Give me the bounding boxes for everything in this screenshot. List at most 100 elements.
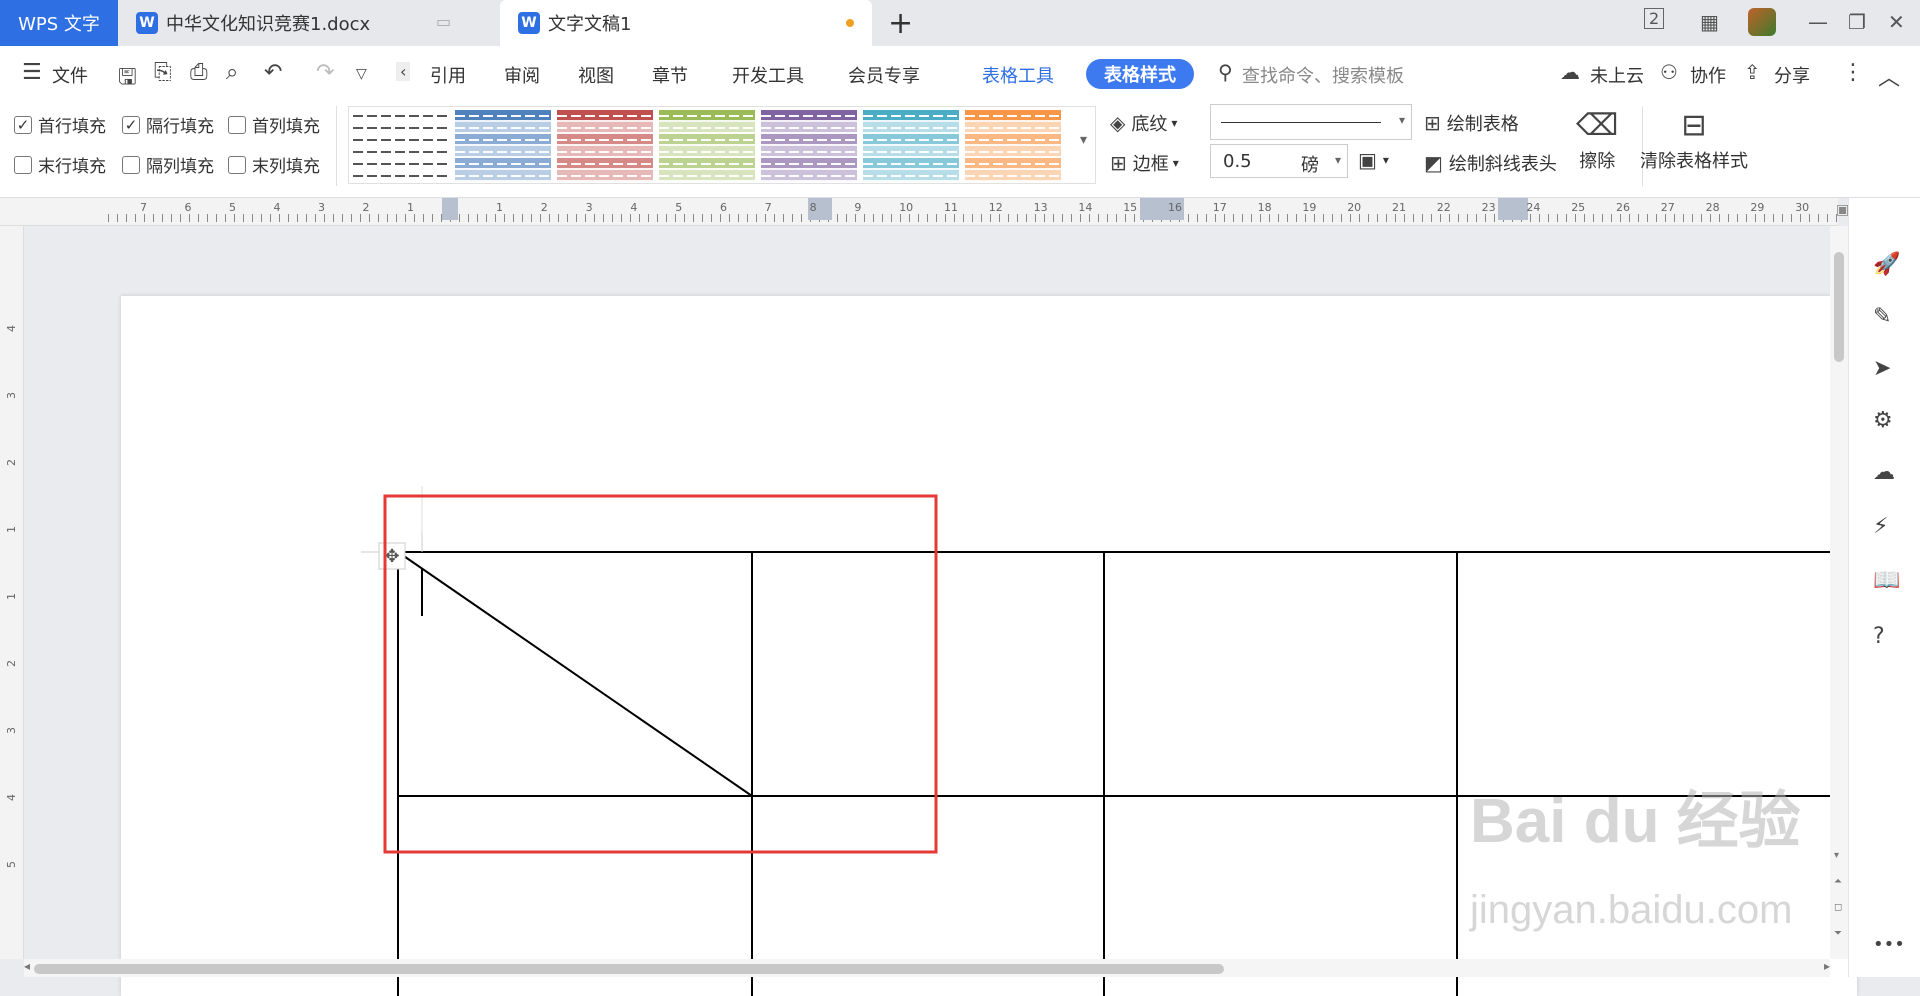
ruler-number: 18 xyxy=(1257,201,1272,214)
checkbox-last-column[interactable]: 末列填充 xyxy=(228,152,320,177)
collapse-ribbon-icon[interactable]: ︿ xyxy=(1878,60,1900,92)
swatch-row xyxy=(761,146,857,158)
tab-document-1[interactable]: W 中华文化知识竞赛1.docx ▭ xyxy=(118,0,498,46)
cloud-status[interactable]: 未上云 xyxy=(1590,62,1644,88)
search-icon[interactable]: ⚲ xyxy=(1218,60,1233,84)
menu-references[interactable]: 引用 xyxy=(430,62,466,88)
page-count-badge[interactable]: 2 xyxy=(1644,8,1665,29)
ruler-number: 8 xyxy=(809,201,817,214)
print-icon[interactable]: ⎙ xyxy=(190,60,208,85)
line-style-select[interactable]: ▾ xyxy=(1210,104,1412,140)
table-style-swatch[interactable] xyxy=(761,110,857,182)
scroll-thumb[interactable] xyxy=(34,964,1224,974)
minimize-icon[interactable]: — xyxy=(1808,10,1828,34)
undo-icon[interactable]: ↶ xyxy=(264,60,282,85)
table-style-swatch[interactable] xyxy=(353,110,449,182)
horizontal-ruler[interactable]: 7 6 5 4 3 2 1 1 2 3 4 5 6 7 8 9 10 11 12 13 14 15 16 17 18 19 20 21… xyxy=(0,198,1849,226)
table-style-swatch[interactable] xyxy=(557,110,653,182)
pen-icon[interactable]: ✎ xyxy=(1873,304,1891,329)
lightning-icon[interactable]: ⚡ xyxy=(1873,514,1888,539)
more-vertical-icon[interactable]: ⋮ xyxy=(1842,60,1864,85)
shading-button[interactable]: ◈ 底纹 ▾ xyxy=(1110,110,1177,136)
scroll-left-icon[interactable]: ◂ xyxy=(24,959,30,973)
help-icon[interactable]: ? xyxy=(1873,624,1885,649)
ruler-number: 11 xyxy=(944,201,958,214)
ruler-number: 13 xyxy=(1033,201,1048,214)
swatch-row xyxy=(659,122,755,134)
menu-view[interactable]: 视图 xyxy=(578,62,614,88)
menu-chapter[interactable]: 章节 xyxy=(652,62,688,88)
scroll-left-icon[interactable]: ‹ xyxy=(396,62,411,81)
monitor-icon[interactable]: ▭ xyxy=(436,12,451,31)
table-style-swatch[interactable] xyxy=(965,110,1061,182)
swatch-row xyxy=(761,110,857,122)
tab-document-2[interactable]: W 文字文稿1 xyxy=(500,0,872,46)
close-icon[interactable]: ✕ xyxy=(1888,10,1905,34)
draw-diagonal-header-button[interactable]: ◩ 绘制斜线表头 xyxy=(1424,150,1557,176)
scroll-down-icon[interactable]: ▾ xyxy=(1834,850,1839,861)
avatar[interactable] xyxy=(1748,8,1776,36)
rocket-icon[interactable]: 🚀 xyxy=(1873,252,1900,277)
watermark-main: Bai du 经验 xyxy=(1470,787,1801,856)
swatch-row xyxy=(353,146,449,158)
vertical-scrollbar[interactable]: ▾ ⏶ ◻ ⏷ xyxy=(1830,226,1848,959)
redo-icon[interactable]: ↷ xyxy=(316,60,334,85)
swatch-row xyxy=(659,170,755,182)
scroll-right-icon[interactable]: ▸ xyxy=(1824,959,1830,973)
sliders-icon[interactable]: ⚙ xyxy=(1873,408,1893,433)
checkbox-banded-rows[interactable]: ✓ 隔行填充 xyxy=(122,112,214,137)
menu-review[interactable]: 审阅 xyxy=(504,62,540,88)
gallery-more-icon[interactable]: ▾ xyxy=(1080,132,1087,148)
menu-file[interactable]: 文件 xyxy=(52,62,88,88)
checkbox-first-row[interactable]: ✓ 首行填充 xyxy=(14,112,106,137)
paint-bucket-icon: ◈ xyxy=(1110,111,1126,135)
swatch-row xyxy=(659,158,755,170)
swatch-row xyxy=(557,122,653,134)
share-button[interactable]: 分享 xyxy=(1774,62,1810,88)
swatch-row xyxy=(557,110,653,122)
quick-access-dropdown-icon[interactable]: ▽ xyxy=(356,66,367,82)
new-tab-plus-icon[interactable]: + xyxy=(888,6,913,41)
export-icon[interactable]: ⎘ xyxy=(154,60,172,85)
line-color-button[interactable]: ▣ ▾ xyxy=(1358,148,1389,172)
previous-page-icon[interactable]: ⏶ xyxy=(1834,876,1842,887)
menu-developer[interactable]: 开发工具 xyxy=(732,62,804,88)
collaborate-button[interactable]: 协作 xyxy=(1690,62,1726,88)
next-page-icon[interactable]: ⏷ xyxy=(1834,928,1842,939)
hamburger-menu-icon[interactable]: ☰ xyxy=(22,60,42,85)
menu-member[interactable]: 会员专享 xyxy=(848,62,920,88)
table-style-swatch[interactable] xyxy=(455,110,551,182)
save-icon[interactable]: 🖫 xyxy=(118,60,137,98)
table-style-swatch[interactable] xyxy=(863,110,959,182)
baidu-watermark: Bai du 经验 jingyan.baidu.com xyxy=(1470,770,1801,932)
checkbox-first-column[interactable]: 首列填充 xyxy=(228,112,320,137)
swatch-row xyxy=(761,134,857,146)
print-preview-icon[interactable]: ⌕ xyxy=(226,60,238,85)
vertical-ruler[interactable]: 4 3 2 1 1 2 3 4 5 xyxy=(0,226,24,959)
grid-apps-icon[interactable]: ▦ xyxy=(1700,10,1719,34)
erase-button[interactable]: ⌫ 擦除 xyxy=(1576,108,1618,173)
cloud-sync-icon[interactable]: ☁ xyxy=(1873,460,1895,485)
checkbox-banded-columns[interactable]: 隔列填充 xyxy=(122,152,214,177)
line-weight-select[interactable]: 0.5 磅 ▾ xyxy=(1210,144,1348,178)
tab-table-tools[interactable]: 表格工具 xyxy=(982,62,1054,88)
ruler-column-marker[interactable] xyxy=(1498,198,1528,220)
border-button[interactable]: ⊞ 边框 ▾ xyxy=(1110,150,1179,176)
tab-table-style[interactable]: 表格样式 xyxy=(1086,59,1194,89)
select-browse-icon[interactable]: ◻ xyxy=(1834,902,1842,913)
restore-icon[interactable]: ❐ xyxy=(1848,10,1866,34)
checkbox-last-row[interactable]: 末行填充 xyxy=(14,152,106,177)
ruler-margin-marker[interactable] xyxy=(442,198,458,220)
book-search-icon[interactable]: 📖 xyxy=(1873,568,1900,593)
chevron-down-icon: ▾ xyxy=(1398,113,1405,127)
horizontal-scrollbar[interactable]: ◂ ▸ xyxy=(24,959,1830,977)
table-style-swatch[interactable] xyxy=(659,110,755,182)
pointer-icon[interactable]: ➤ xyxy=(1873,356,1891,381)
scroll-thumb[interactable] xyxy=(1834,252,1844,362)
more-horizontal-icon[interactable]: ••• xyxy=(1873,934,1905,955)
draw-table-button[interactable]: ⊞ 绘制表格 xyxy=(1424,110,1519,136)
clear-table-style-button[interactable]: ⊟ 清除表格样式 xyxy=(1640,108,1748,173)
app-brand-tab[interactable]: WPS 文字 xyxy=(0,0,118,46)
search-input[interactable]: 查找命令、搜索模板 xyxy=(1242,62,1404,88)
swatch-row xyxy=(353,122,449,134)
